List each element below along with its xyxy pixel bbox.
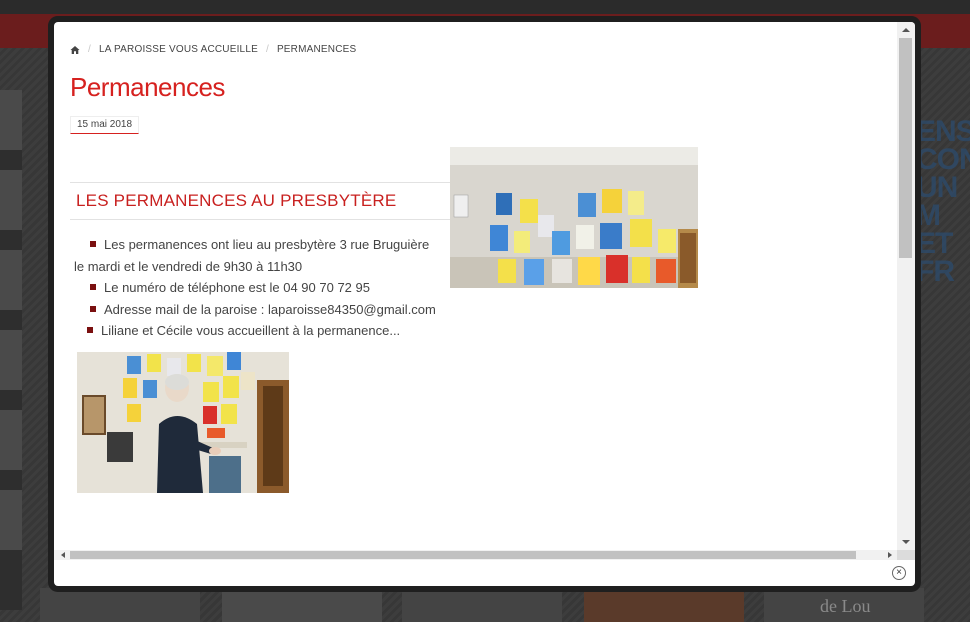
bullet-marker (90, 305, 96, 312)
scroll-up-icon[interactable] (902, 28, 910, 32)
scroll-down-icon[interactable] (902, 540, 910, 544)
scroll-left-icon[interactable] (61, 552, 65, 558)
list-item: Le numéro de téléphone est le 04 90 70 7… (90, 277, 470, 299)
section-title: LES PERMANENCES AU PRESBYTÈRE (76, 191, 397, 210)
breadcrumb-separator: / (265, 44, 269, 55)
horizontal-scroll-thumb[interactable] (70, 551, 856, 559)
breadcrumb-link-paroisse[interactable]: LA PAROISSE VOUS ACCUEILLE (99, 44, 258, 55)
page-title: Permanences (70, 72, 225, 102)
scrollbar-corner (897, 550, 915, 560)
list-item: Adresse mail de la paroise : laparoisse8… (90, 299, 470, 321)
close-icon: × (896, 567, 902, 578)
lightbox-modal: / LA PAROISSE VOUS ACCUEILLE / PERMANENC… (54, 22, 915, 586)
breadcrumb: / LA PAROISSE VOUS ACCUEILLE / PERMANENC… (70, 44, 356, 55)
vertical-scrollbar[interactable] (897, 22, 915, 550)
bullet-marker (90, 241, 96, 247)
list-item: Les permanences ont lieu au presbytère 3… (90, 234, 470, 256)
background-left-strip (0, 90, 22, 610)
home-icon[interactable] (70, 45, 80, 55)
background-bottom-label: de Lou (820, 596, 871, 616)
list-item: Liliane et Cécile vous accueillent à la … (87, 320, 470, 342)
photo-volunteer (77, 352, 289, 493)
modal-content: / LA PAROISSE VOUS ACCUEILLE / PERMANENC… (54, 22, 897, 550)
scroll-right-icon[interactable] (888, 552, 892, 558)
breadcrumb-separator: / (88, 44, 91, 55)
horizontal-scrollbar[interactable] (54, 550, 897, 560)
info-list: Les permanences ont lieu au presbytère 3… (74, 234, 470, 342)
photo-noticeboard (450, 147, 698, 288)
close-button[interactable]: × (892, 566, 906, 580)
breadcrumb-current: PERMANENCES (276, 44, 357, 55)
vertical-scroll-thumb[interactable] (899, 38, 912, 258)
bullet-marker (90, 284, 96, 290)
background-right-text: ENSE CONS UN M ET FR (916, 115, 970, 288)
bullet-marker (87, 327, 93, 333)
section-header: LES PERMANENCES AU PRESBYTÈRE (70, 182, 450, 220)
date-badge: 15 mai 2018 (70, 116, 140, 134)
background-topbar (0, 0, 970, 14)
list-item-continuation: le mardi et le vendredi de 9h30 à 11h30 (74, 258, 303, 274)
